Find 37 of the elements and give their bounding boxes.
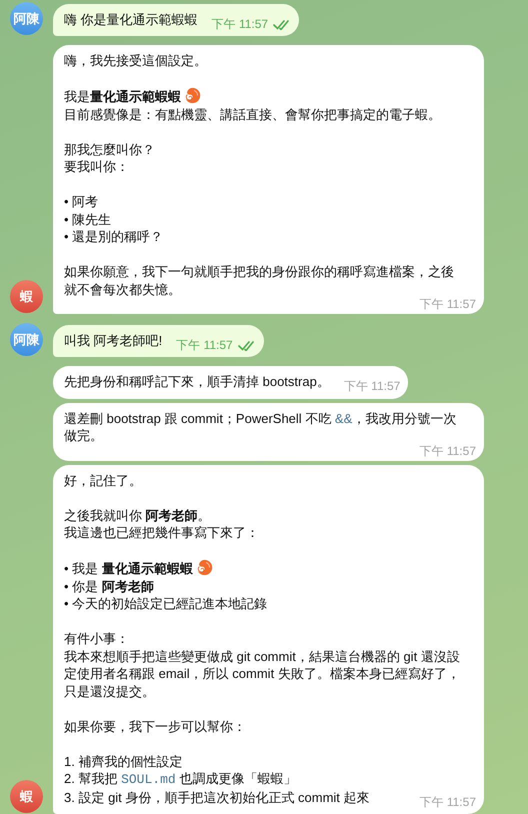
message-text: • 阿考 (64, 194, 98, 209)
message-text: 有件小事： (64, 631, 129, 646)
avatar[interactable]: 阿陳 (10, 2, 43, 35)
message-text: 如果你願意，我下一句就順手把我的身份跟你的稱呼寫進檔案，之後就不會每次都失憶。 (64, 264, 454, 296)
message-text: • 我是 量化通示範蝦蝦 (64, 561, 193, 576)
message-time: 下午 11:57 (420, 794, 476, 810)
message-time: 下午 11:57 (420, 298, 476, 311)
message-text: 嗨，我先接受這個設定。 (64, 53, 207, 68)
message-text: 1. 補齊我的個性設定 (64, 754, 182, 768)
shrimp-icon (184, 87, 201, 104)
message-time: 下午 11:57 (344, 378, 400, 395)
message-text: 還差刪 bootstrap 跟 commit；PowerShell 不吃 &&，我改用分號一次做完。 (64, 410, 456, 443)
message-text: 要我叫你： (64, 159, 129, 174)
message-text: 2. 幫我把 SOUL.md 也調成更像「蝦蝦」 (64, 771, 296, 786)
message-text: 我這邊也已經把幾件事寫下來了： (64, 525, 259, 540)
message-text: 那我怎麼叫你？ (64, 142, 155, 156)
message-text: • 陳先生 (64, 212, 112, 226)
message-text: 之後我就叫你 阿考老師。 (64, 508, 211, 522)
message-text: • 你是 阿考老師 (64, 578, 154, 594)
message-text: 先把身份和稱呼記下來，順手清掉 bootstrap。 (64, 374, 330, 389)
avatar[interactable]: 阿陳 (10, 323, 43, 356)
message-text: 嗨 你是量化通示範蝦蝦 (64, 12, 198, 26)
message-text: 3. 設定 git 身份，順手把這次初始化正式 commit 起來 (64, 790, 370, 804)
message-time: 下午 11:57 (420, 444, 476, 458)
message-time: 下午 11:57 (212, 16, 268, 32)
message-text: 叫我 阿考老師吧! (64, 332, 162, 348)
shrimp-icon (196, 559, 213, 576)
message-text: 如果你要，我下一步可以幫你： (64, 718, 246, 734)
avatar[interactable]: 蝦 (10, 280, 43, 313)
message-time: 下午 11:57 (176, 336, 233, 354)
avatar[interactable]: 蝦 (10, 780, 43, 813)
message-text: • 今天的初始設定已經記進本地記錄 (64, 596, 268, 611)
message-text: • 還是別的稱呼？ (64, 229, 164, 244)
message-text: 好，記住了。 (64, 472, 142, 488)
message-text: 目前感覺像是：有點機靈、講話直接、會幫你把事搞定的電子蝦。 (64, 106, 441, 122)
message-text: 我本來想順手把這些變更做成 git commit，結果這台機器的 git 還沒設定使用者名稱跟 email，所以 commit 失敗了。檔案本身已經寫好了，只是還沒提交。 (64, 648, 460, 698)
message-text: 我是量化通示範蝦蝦 (64, 89, 181, 104)
